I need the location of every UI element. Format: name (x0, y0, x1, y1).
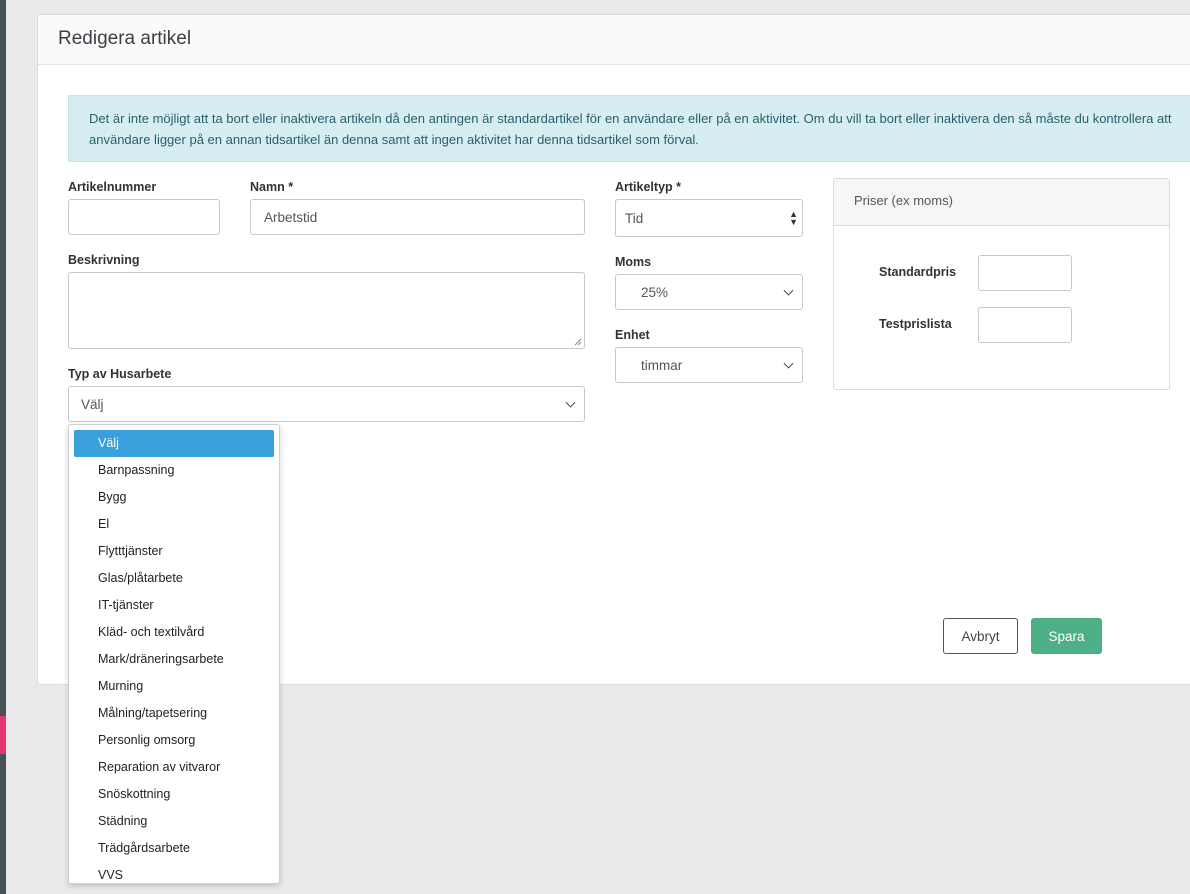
enhet-select[interactable]: timmar (615, 347, 803, 383)
namn-label: Namn * (250, 180, 294, 194)
dropdown-option[interactable]: Glas/plåtarbete (74, 565, 274, 592)
dropdown-option[interactable]: Kläd- och textilvård (74, 619, 274, 646)
dropdown-option[interactable]: VVS (74, 862, 274, 883)
beskrivning-textarea[interactable] (68, 272, 585, 349)
testprislista-label: Testprislista (879, 317, 952, 331)
dropdown-option[interactable]: Trädgårdsarbete (74, 835, 274, 862)
prices-box: Priser (ex moms) Standardpris Testprisli… (833, 178, 1170, 390)
info-alert: Det är inte möjligt att ta bort eller in… (68, 95, 1190, 162)
page-title: Redigera artikel (58, 28, 192, 49)
artikeltyp-label: Artikeltyp * (615, 180, 681, 194)
dropdown-option[interactable]: Reparation av vitvaror (74, 754, 274, 781)
moms-select[interactable]: 25% (615, 274, 803, 310)
moms-label: Moms (615, 255, 652, 269)
panel-header: Redigera artikel (38, 15, 1190, 65)
left-rail (0, 0, 6, 894)
dropdown-option[interactable]: Bygg (74, 484, 274, 511)
chevron-down-icon (565, 397, 576, 408)
dropdown-option[interactable]: Målning/tapetsering (74, 700, 274, 727)
husarbete-value: Välj (81, 396, 104, 412)
standardpris-label: Standardpris (879, 265, 957, 279)
husarbete-select[interactable]: Välj (68, 386, 585, 422)
prices-title: Priser (ex moms) (834, 179, 1169, 226)
alert-line-1: Det är inte möjligt att ta bort eller in… (89, 111, 1172, 126)
artikeltyp-value: Tid (625, 210, 644, 226)
dropdown-option[interactable]: Personlig omsorg (74, 727, 274, 754)
artikeltyp-select[interactable]: Tid ▲ ▼ (615, 199, 803, 237)
standardpris-input[interactable] (978, 255, 1072, 291)
alert-line-2: användare ligger på en annan tidsartikel… (89, 132, 699, 147)
chevron-down-icon (783, 285, 794, 296)
dropdown-option[interactable]: Snöskottning (74, 781, 274, 808)
dropdown-option[interactable]: Städning (74, 808, 274, 835)
dropdown-option[interactable]: Barnpassning (74, 457, 274, 484)
dropdown-option[interactable]: IT-tjänster (74, 592, 274, 619)
namn-input[interactable]: Arbetstid (250, 199, 585, 235)
enhet-label: Enhet (615, 328, 650, 342)
artikelnummer-label: Artikelnummer (68, 180, 157, 194)
dropdown-option[interactable]: El (74, 511, 274, 538)
husarbete-label: Typ av Husarbete (68, 367, 172, 381)
husarbete-dropdown-list: Välj Barnpassning Bygg El Flytttjänster Glas/… (68, 424, 280, 884)
dropdown-option[interactable]: Mark/dräneringsarbete (74, 646, 274, 673)
enhet-value: timmar (641, 357, 683, 373)
moms-value: 25% (641, 284, 669, 300)
left-rail-accent (0, 716, 6, 754)
beskrivning-label: Beskrivning (68, 253, 140, 267)
resize-handle-icon[interactable] (574, 338, 582, 346)
cancel-button[interactable]: Avbryt (943, 618, 1018, 654)
dropdown-option[interactable]: Välj (74, 430, 274, 457)
updown-arrows-icon: ▲ ▼ (789, 209, 798, 227)
artikelnummer-input[interactable] (68, 199, 220, 235)
dropdown-option[interactable]: Flytttjänster (74, 538, 274, 565)
dropdown-option[interactable]: Murning (74, 673, 274, 700)
save-button[interactable]: Spara (1031, 618, 1102, 654)
chevron-down-icon (783, 358, 794, 369)
testprislista-input[interactable] (978, 307, 1072, 343)
